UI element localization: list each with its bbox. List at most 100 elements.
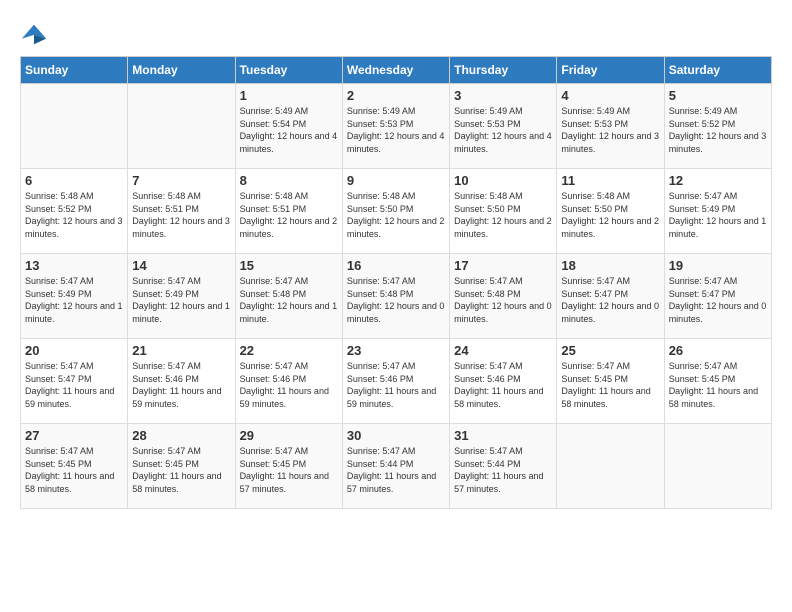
- day-info: Sunrise: 5:47 AM Sunset: 5:48 PM Dayligh…: [347, 275, 445, 325]
- calendar-cell: 8 Sunrise: 5:48 AM Sunset: 5:51 PM Daylig…: [235, 169, 342, 254]
- calendar-cell: [21, 84, 128, 169]
- day-number: 5: [669, 88, 767, 103]
- day-number: 6: [25, 173, 123, 188]
- weekday-header: Thursday: [450, 57, 557, 84]
- calendar-cell: 4 Sunrise: 5:49 AM Sunset: 5:53 PM Daylig…: [557, 84, 664, 169]
- calendar-cell: 15Sunrise: 5:47 AM Sunset: 5:48 PM Dayli…: [235, 254, 342, 339]
- weekday-header: Saturday: [664, 57, 771, 84]
- calendar-cell: 14 Sunrise: 5:47 AM Sunset: 5:49 PM Dayli…: [128, 254, 235, 339]
- day-info: Sunrise: 5:47 AM Sunset: 5:44 PM Dayligh…: [347, 445, 445, 495]
- day-number: 14: [132, 258, 230, 273]
- day-info: Sunrise: 5:49 AM Sunset: 5:53 PM Dayligh…: [561, 105, 659, 155]
- calendar-cell: [128, 84, 235, 169]
- calendar-body: 1 Sunrise: 5:49 AM Sunset: 5:54 PM Daylig…: [21, 84, 772, 509]
- calendar-cell: 7 Sunrise: 5:48 AM Sunset: 5:51 PM Daylig…: [128, 169, 235, 254]
- calendar-cell: 13 Sunrise: 5:47 AM Sunset: 5:49 PM Dayli…: [21, 254, 128, 339]
- calendar-cell: 22 Sunrise: 5:47 AM Sunset: 5:46 PM Dayli…: [235, 339, 342, 424]
- calendar-header-row: SundayMondayTuesdayWednesdayThursdayFrid…: [21, 57, 772, 84]
- calendar-cell: 9Sunrise: 5:48 AM Sunset: 5:50 PM Daylig…: [342, 169, 449, 254]
- calendar-week-row: 1 Sunrise: 5:49 AM Sunset: 5:54 PM Daylig…: [21, 84, 772, 169]
- day-info: Sunrise: 5:48 AM Sunset: 5:51 PM Dayligh…: [132, 190, 230, 240]
- calendar-week-row: 13 Sunrise: 5:47 AM Sunset: 5:49 PM Dayli…: [21, 254, 772, 339]
- calendar-cell: [664, 424, 771, 509]
- day-number: 25: [561, 343, 659, 358]
- day-number: 4: [561, 88, 659, 103]
- day-number: 17: [454, 258, 552, 273]
- day-info: Sunrise: 5:47 AM Sunset: 5:49 PM Dayligh…: [132, 275, 230, 325]
- calendar-cell: 31 Sunrise: 5:47 AM Sunset: 5:44 PM Dayli…: [450, 424, 557, 509]
- calendar-cell: 11 Sunrise: 5:48 AM Sunset: 5:50 PM Dayli…: [557, 169, 664, 254]
- day-number: 12: [669, 173, 767, 188]
- logo-icon: [20, 20, 48, 48]
- weekday-header: Friday: [557, 57, 664, 84]
- day-number: 3: [454, 88, 552, 103]
- day-info: Sunrise: 5:47 AM Sunset: 5:47 PM Dayligh…: [669, 275, 767, 325]
- calendar-cell: 20 Sunrise: 5:47 AM Sunset: 5:47 PM Dayli…: [21, 339, 128, 424]
- day-number: 27: [25, 428, 123, 443]
- calendar-cell: 29Sunrise: 5:47 AM Sunset: 5:45 PM Dayli…: [235, 424, 342, 509]
- calendar-cell: 23 Sunrise: 5:47 AM Sunset: 5:46 PM Dayli…: [342, 339, 449, 424]
- day-info: Sunrise: 5:47 AM Sunset: 5:45 PM Dayligh…: [132, 445, 230, 495]
- day-number: 16: [347, 258, 445, 273]
- day-info: Sunrise: 5:47 AM Sunset: 5:45 PM Dayligh…: [240, 445, 338, 495]
- day-info: Sunrise: 5:47 AM Sunset: 5:46 PM Dayligh…: [347, 360, 445, 410]
- day-info: Sunrise: 5:48 AM Sunset: 5:50 PM Dayligh…: [454, 190, 552, 240]
- day-number: 9: [347, 173, 445, 188]
- day-number: 30: [347, 428, 445, 443]
- day-info: Sunrise: 5:47 AM Sunset: 5:46 PM Dayligh…: [240, 360, 338, 410]
- day-info: Sunrise: 5:47 AM Sunset: 5:46 PM Dayligh…: [132, 360, 230, 410]
- calendar-cell: 17 Sunrise: 5:47 AM Sunset: 5:48 PM Dayli…: [450, 254, 557, 339]
- calendar-cell: 5 Sunrise: 5:49 AM Sunset: 5:52 PM Daylig…: [664, 84, 771, 169]
- day-number: 28: [132, 428, 230, 443]
- calendar-cell: [557, 424, 664, 509]
- day-info: Sunrise: 5:47 AM Sunset: 5:47 PM Dayligh…: [561, 275, 659, 325]
- day-info: Sunrise: 5:47 AM Sunset: 5:49 PM Dayligh…: [25, 275, 123, 325]
- day-info: Sunrise: 5:48 AM Sunset: 5:51 PM Dayligh…: [240, 190, 338, 240]
- day-info: Sunrise: 5:49 AM Sunset: 5:53 PM Dayligh…: [347, 105, 445, 155]
- calendar-cell: 12 Sunrise: 5:47 AM Sunset: 5:49 PM Dayli…: [664, 169, 771, 254]
- calendar-cell: 21Sunrise: 5:47 AM Sunset: 5:46 PM Dayli…: [128, 339, 235, 424]
- calendar-cell: 2 Sunrise: 5:49 AM Sunset: 5:53 PM Daylig…: [342, 84, 449, 169]
- day-info: Sunrise: 5:48 AM Sunset: 5:50 PM Dayligh…: [561, 190, 659, 240]
- day-info: Sunrise: 5:47 AM Sunset: 5:48 PM Dayligh…: [240, 275, 338, 325]
- day-info: Sunrise: 5:47 AM Sunset: 5:47 PM Dayligh…: [25, 360, 123, 410]
- logo: [20, 20, 48, 48]
- day-info: Sunrise: 5:47 AM Sunset: 5:46 PM Dayligh…: [454, 360, 552, 410]
- day-info: Sunrise: 5:49 AM Sunset: 5:52 PM Dayligh…: [669, 105, 767, 155]
- day-number: 26: [669, 343, 767, 358]
- weekday-header: Monday: [128, 57, 235, 84]
- day-number: 1: [240, 88, 338, 103]
- day-info: Sunrise: 5:47 AM Sunset: 5:49 PM Dayligh…: [669, 190, 767, 240]
- calendar-cell: 3Sunrise: 5:49 AM Sunset: 5:53 PM Daylig…: [450, 84, 557, 169]
- day-info: Sunrise: 5:47 AM Sunset: 5:48 PM Dayligh…: [454, 275, 552, 325]
- day-number: 20: [25, 343, 123, 358]
- weekday-header: Wednesday: [342, 57, 449, 84]
- calendar-week-row: 27 Sunrise: 5:47 AM Sunset: 5:45 PM Dayli…: [21, 424, 772, 509]
- day-info: Sunrise: 5:47 AM Sunset: 5:45 PM Dayligh…: [25, 445, 123, 495]
- day-number: 19: [669, 258, 767, 273]
- calendar-cell: 28 Sunrise: 5:47 AM Sunset: 5:45 PM Dayli…: [128, 424, 235, 509]
- day-info: Sunrise: 5:49 AM Sunset: 5:54 PM Dayligh…: [240, 105, 338, 155]
- calendar-week-row: 20 Sunrise: 5:47 AM Sunset: 5:47 PM Dayli…: [21, 339, 772, 424]
- day-number: 7: [132, 173, 230, 188]
- calendar-cell: 18 Sunrise: 5:47 AM Sunset: 5:47 PM Dayli…: [557, 254, 664, 339]
- calendar-cell: 30 Sunrise: 5:47 AM Sunset: 5:44 PM Dayli…: [342, 424, 449, 509]
- day-info: Sunrise: 5:48 AM Sunset: 5:52 PM Dayligh…: [25, 190, 123, 240]
- calendar-cell: 27 Sunrise: 5:47 AM Sunset: 5:45 PM Dayli…: [21, 424, 128, 509]
- day-number: 2: [347, 88, 445, 103]
- day-info: Sunrise: 5:47 AM Sunset: 5:45 PM Dayligh…: [669, 360, 767, 410]
- day-number: 23: [347, 343, 445, 358]
- calendar-cell: 24Sunrise: 5:47 AM Sunset: 5:46 PM Dayli…: [450, 339, 557, 424]
- day-number: 10: [454, 173, 552, 188]
- page-header: [20, 20, 772, 48]
- day-number: 11: [561, 173, 659, 188]
- day-number: 13: [25, 258, 123, 273]
- day-number: 8: [240, 173, 338, 188]
- day-number: 18: [561, 258, 659, 273]
- day-info: Sunrise: 5:47 AM Sunset: 5:44 PM Dayligh…: [454, 445, 552, 495]
- calendar-table: SundayMondayTuesdayWednesdayThursdayFrid…: [20, 56, 772, 509]
- calendar-cell: 25Sunrise: 5:47 AM Sunset: 5:45 PM Dayli…: [557, 339, 664, 424]
- day-number: 31: [454, 428, 552, 443]
- day-number: 22: [240, 343, 338, 358]
- calendar-cell: 6 Sunrise: 5:48 AM Sunset: 5:52 PM Daylig…: [21, 169, 128, 254]
